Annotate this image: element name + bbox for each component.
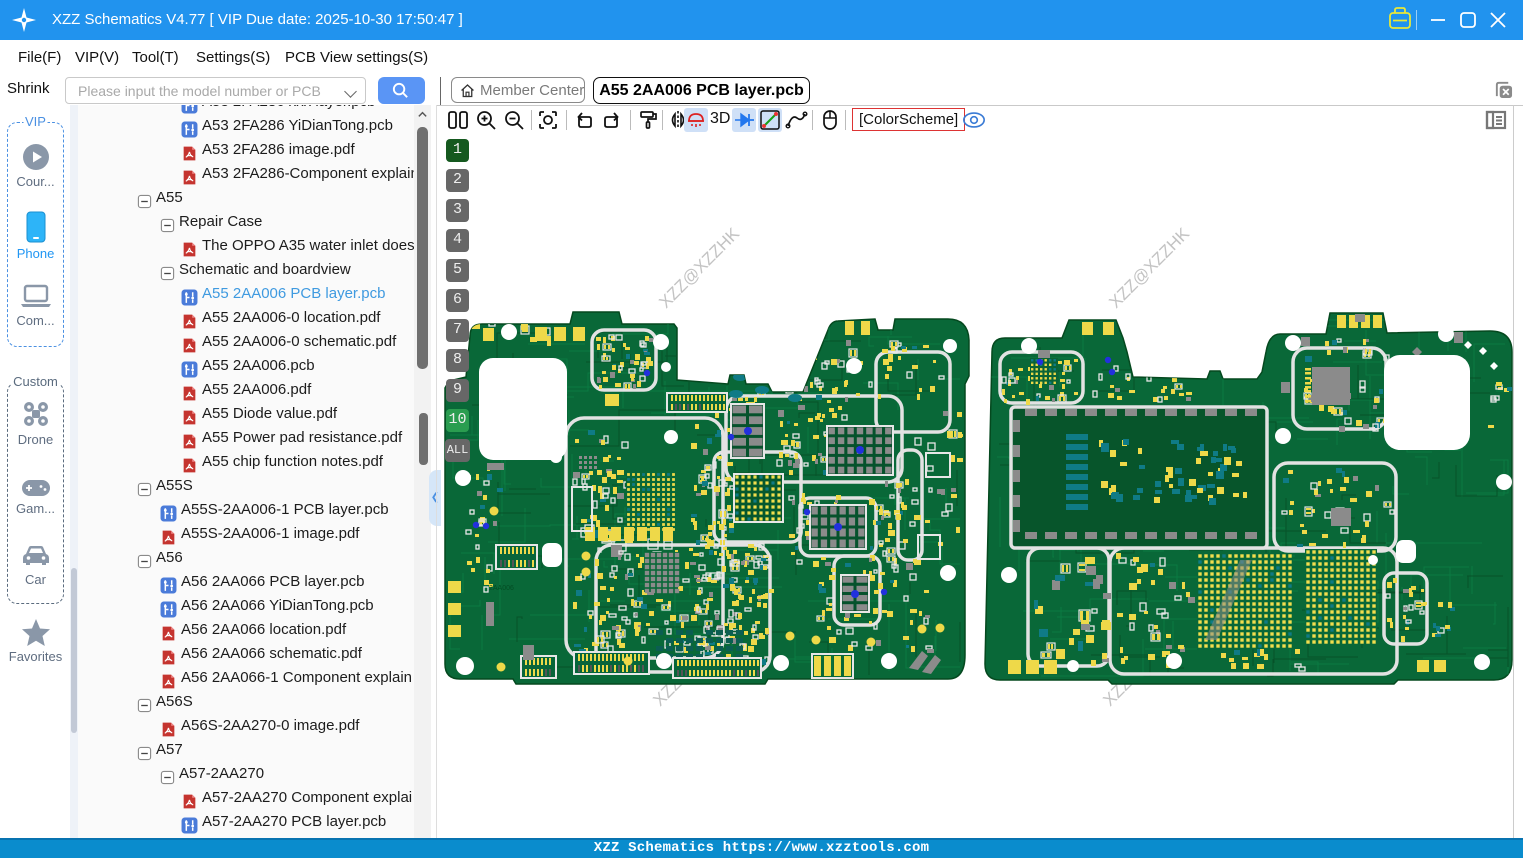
svg-text:2AA006: 2AA006 — [489, 585, 514, 592]
